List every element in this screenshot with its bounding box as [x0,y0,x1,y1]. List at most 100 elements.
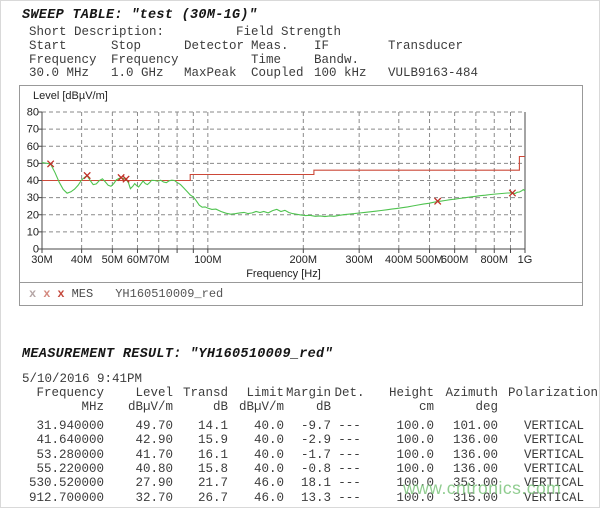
table-cell: 912.700000 [22,491,104,505]
legend-marker-icons: xxx [29,287,72,301]
table-cell: -0.8 [284,462,331,476]
legend-x-icon: x [57,283,64,305]
table-cell: -2.9 [284,433,331,447]
table-cell: 27.90 [104,476,173,490]
chart-legend: xxxMESYH160510009_red [20,282,582,305]
chart-axis-labels: Level [dBµV/m]0102030405060708030M40M50M… [27,90,533,280]
table-cell: VERTICAL [498,462,584,476]
svg-text:10: 10 [27,226,39,238]
sweep-col-meas-time: Meas. Time Coupled [251,40,314,81]
table-cell: 26.7 [173,491,228,505]
svg-text:600M: 600M [441,254,469,266]
table-cell: 15.8 [173,462,228,476]
svg-text:300M: 300M [345,254,373,266]
table-cell: 13.3 [284,491,331,505]
short-description-label: Short Description: [29,26,236,40]
table-cell: 40.0 [228,462,284,476]
report-page: SWEEP TABLE: "test (30M-1G)" Short Descr… [0,0,600,508]
x-axis-title: Frequency [Hz] [246,268,321,280]
table-cell: VERTICAL [498,448,584,462]
svg-text:60M: 60M [127,254,148,266]
svg-text:500M: 500M [416,254,444,266]
svg-text:60: 60 [27,141,39,153]
watermark: www.cntronics.com [403,478,561,499]
table-cell: -9.7 [284,419,331,433]
sweep-columns: Start Frequency 30.0 MHz Stop Frequency … [29,40,538,81]
measurement-table-row: 31.94000049.7014.140.0-9.7---100.0101.00… [22,419,598,433]
sweep-col-if-bandwidth: IF Bandw. 100 kHz [314,40,388,81]
measurement-table-header-row2: MHzdBµV/mdBdBµV/mdBcmdeg [22,400,598,414]
svg-text:800M: 800M [480,254,508,266]
table-cell: --- [331,448,368,462]
sweep-col-stop: Stop Frequency 1.0 GHz [111,40,184,81]
table-cell: 40.0 [228,419,284,433]
svg-text:50M: 50M [102,254,123,266]
measurement-table-row: 53.28000041.7016.140.0-1.7---100.0136.00… [22,448,598,462]
table-cell: 18.1 [284,476,331,490]
legend-x-icon: x [29,283,36,305]
table-cell: VERTICAL [498,433,584,447]
measurement-datetime: 5/10/2016 9:41PM [22,372,598,386]
y-axis-title: Level [dBµV/m] [33,90,108,102]
table-cell: 41.640000 [22,433,104,447]
svg-text:200M: 200M [290,254,318,266]
legend-label: MES [72,287,94,301]
table-cell: 46.0 [228,476,284,490]
table-cell: 21.7 [173,476,228,490]
table-cell: 100.0 [368,433,434,447]
svg-text:400M: 400M [385,254,413,266]
measurement-table-row: 41.64000042.9015.940.0-2.9---100.0136.00… [22,433,598,447]
legend-x-icon: x [43,283,50,305]
table-cell: 101.00 [434,419,498,433]
sweep-table-body: Short Description:Field Strength Start F… [29,26,538,81]
legend-trace-name: YH160510009_red [115,287,223,301]
chart-svg: Level [dBµV/m]0102030405060708030M40M50M… [20,86,582,282]
table-cell: 16.1 [173,448,228,462]
table-cell: 55.220000 [22,462,104,476]
svg-text:30M: 30M [31,254,52,266]
svg-text:80: 80 [27,107,39,119]
svg-text:70: 70 [27,124,39,136]
level-frequency-chart: Level [dBµV/m]0102030405060708030M40M50M… [19,85,583,306]
svg-text:40: 40 [27,175,39,187]
table-cell: 100.0 [368,419,434,433]
table-cell: 136.00 [434,433,498,447]
table-cell: 32.70 [104,491,173,505]
measurement-result-title: MEASUREMENT RESULT: "YH160510009_red" [22,347,598,362]
table-cell: 49.70 [104,419,173,433]
table-cell: --- [331,462,368,476]
table-cell: 31.940000 [22,419,104,433]
table-cell: --- [331,476,368,490]
table-cell: -1.7 [284,448,331,462]
chart-plot-area: Level [dBµV/m]0102030405060708030M40M50M… [20,86,582,282]
sweep-col-detector: Detector MaxPeak [184,40,251,81]
table-cell: --- [331,419,368,433]
sweep-col-start: Start Frequency 30.0 MHz [29,40,111,81]
table-cell: 46.0 [228,491,284,505]
table-cell: 136.00 [434,462,498,476]
table-cell: VERTICAL [498,419,584,433]
table-cell: 15.9 [173,433,228,447]
table-cell: 100.0 [368,462,434,476]
table-cell: 41.70 [104,448,173,462]
table-cell: 14.1 [173,419,228,433]
sweep-col-transducer: Transducer VULB9163-484 [388,40,538,81]
measurement-table-header-row1: FrequencyLevelTransdLimitMarginDet.Heigh… [22,386,598,400]
short-description-value: Field Strength [236,25,341,39]
table-cell: --- [331,433,368,447]
svg-text:40M: 40M [71,254,92,266]
svg-text:20: 20 [27,209,39,221]
sweep-table-title: SWEEP TABLE: "test (30M-1G)" [22,8,538,23]
svg-text:50: 50 [27,158,39,170]
svg-text:70M: 70M [148,254,169,266]
limit-line [42,157,525,181]
sweep-table-section: SWEEP TABLE: "test (30M-1G)" Short Descr… [22,8,538,81]
table-cell: 42.90 [104,433,173,447]
table-cell: 40.0 [228,448,284,462]
svg-text:30: 30 [27,192,39,204]
table-cell: 40.80 [104,462,173,476]
table-cell: 40.0 [228,433,284,447]
table-cell: 530.520000 [22,476,104,490]
measurement-table-row: 55.22000040.8015.840.0-0.8---100.0136.00… [22,462,598,476]
svg-text:1G: 1G [518,254,533,266]
